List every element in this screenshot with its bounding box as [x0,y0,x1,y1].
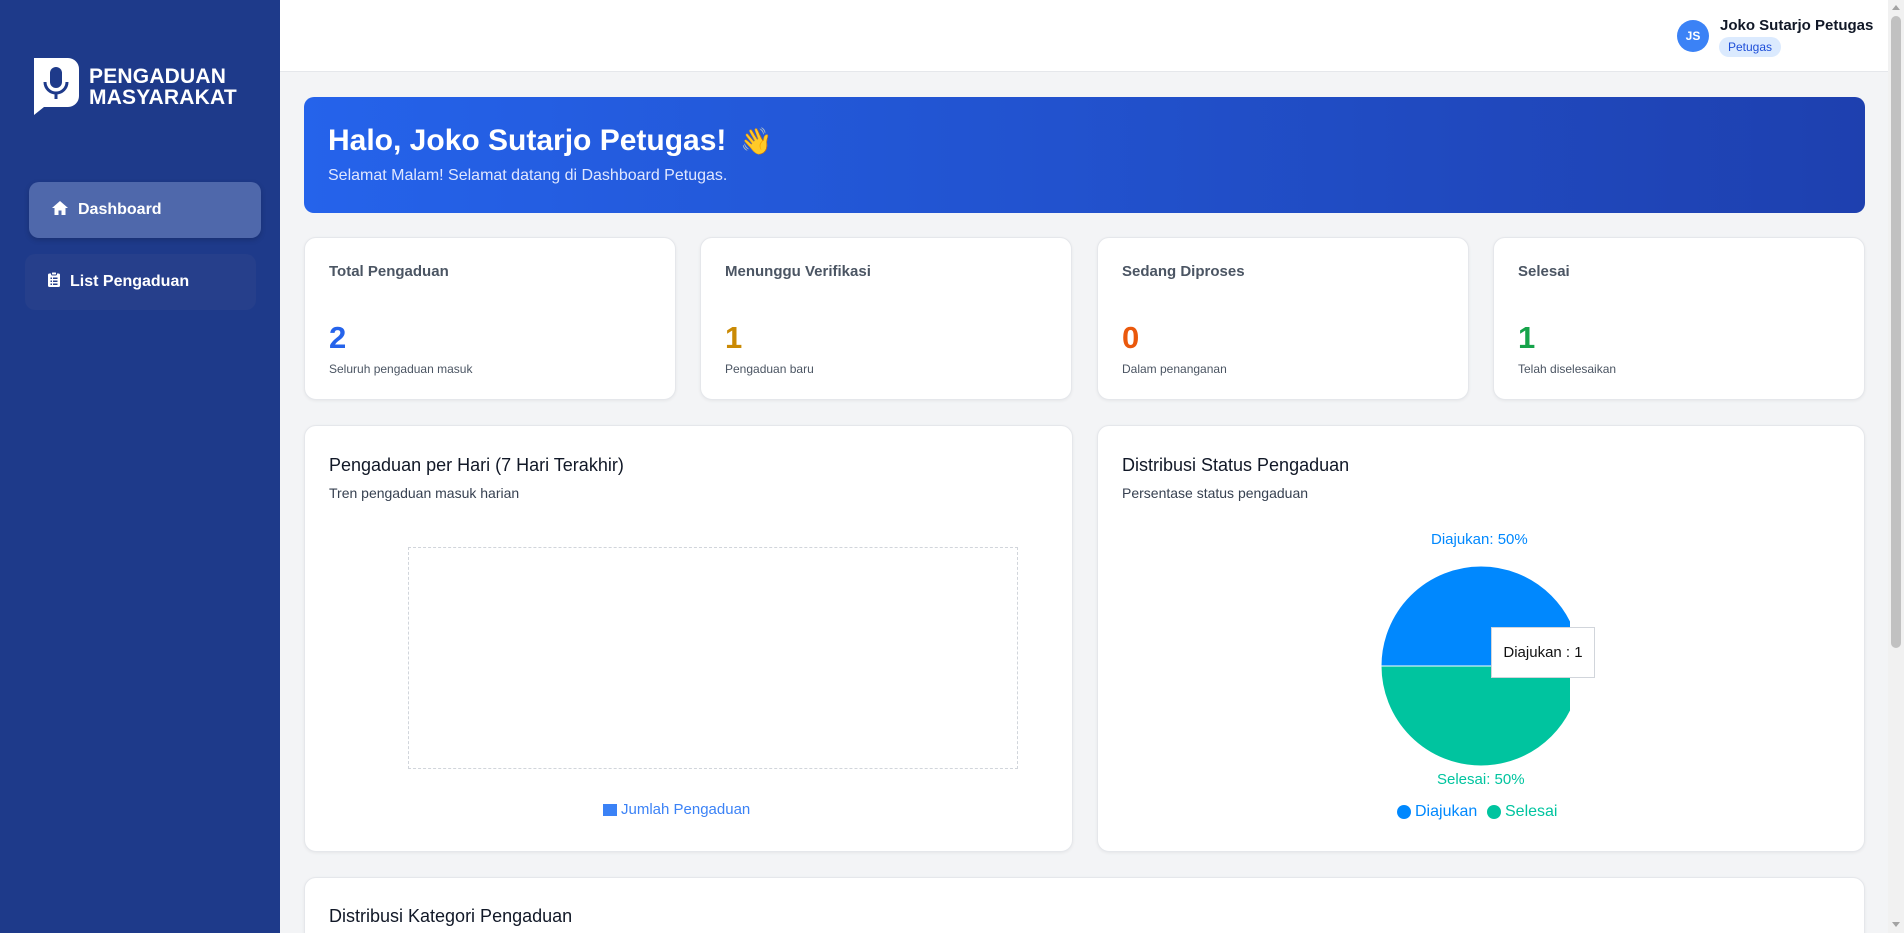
scroll-up-arrow-icon[interactable] [1892,5,1900,10]
top-bar [280,0,1888,72]
legend-swatch [603,803,617,816]
legend-item-diajukan[interactable]: Diajukan [1397,803,1477,821]
legend-item-selesai[interactable]: Selesai [1487,803,1557,821]
sidebar-item-label: List Pengaduan [70,273,190,290]
welcome-banner: Halo, Joko Sutarjo Petugas! 👋 Selamat Ma… [304,97,1865,213]
stat-value: 2 [329,320,347,355]
stat-value: 0 [1122,320,1140,355]
stat-subtext: Seluruh pengaduan masuk [329,362,473,376]
scroll-thumb[interactable] [1891,16,1901,648]
chart-title: Distribusi Status Pengaduan [1122,455,1350,475]
stat-label: Sedang Diproses [1122,263,1245,280]
sidebar-item-label: Dashboard [78,201,162,218]
logo-line-1: PENGADUAN [89,64,227,88]
stat-card-waiting: Menunggu Verifikasi 1 Pengaduan baru [700,237,1072,400]
sidebar-item-dashboard[interactable]: Dashboard [29,182,261,238]
stat-subtext: Telah diselesaikan [1518,362,1617,376]
page-scrollbar[interactable] [1888,0,1904,933]
logo-line-2: MASYARAKAT [89,85,237,109]
home-icon [52,200,78,220]
legend-label: Jumlah Pengaduan [621,801,751,818]
chart-title: Distribusi Kategori Pengaduan [329,906,573,926]
category-distribution-card: Distribusi Kategori Pengaduan [304,877,1865,933]
stat-card-processing: Sedang Diproses 0 Dalam penanganan [1097,237,1469,400]
stat-label: Total Pengaduan [329,263,449,280]
legend-dot [1487,805,1501,819]
stat-card-total: Total Pengaduan 2 Seluruh pengaduan masu… [304,237,676,400]
chart-tooltip: Diajukan : 1 [1491,627,1595,678]
stat-label: Selesai [1518,263,1570,280]
stat-subtext: Dalam penanganan [1122,362,1227,376]
line-chart-plot-area [408,547,1018,769]
greeting-heading: Halo, Joko Sutarjo Petugas! 👋 [328,123,1841,159]
legend-label: Selesai [1505,803,1558,820]
user-name: Joko Sutarjo Petugas [1720,17,1874,34]
logo-text: PENGADUAN MASYARAKAT [89,66,237,108]
user-role-badge: Petugas [1719,37,1782,57]
pie-label-diajukan: Diajukan: 50% [1431,531,1528,548]
daily-complaints-card: Pengaduan per Hari (7 Hari Terakhir) Tre… [304,425,1073,852]
app-logo[interactable]: PENGADUAN MASYARAKAT [30,56,237,117]
waving-hand-icon: 👋 [740,126,773,156]
chart-title: Pengaduan per Hari (7 Hari Terakhir) [329,455,624,475]
stat-label: Menunggu Verifikasi [725,263,871,280]
stat-subtext: Pengaduan baru [725,362,814,376]
avatar[interactable]: JS [1677,20,1709,52]
sidebar: PENGADUAN MASYARAKAT Dashboard List Peng… [0,0,280,933]
greeting-text: Halo, Joko Sutarjo Petugas! [328,124,727,157]
chart-subtitle: Persentase status pengaduan [1122,485,1309,501]
clipboard-icon [48,271,70,292]
microphone-chat-icon [30,56,81,117]
scroll-down-arrow-icon[interactable] [1892,922,1900,927]
chart-subtitle: Tren pengaduan masuk harian [329,485,520,501]
pie-slice-selesai[interactable] [1380,665,1570,767]
welcome-message: Selamat Malam! Selamat datang di Dashboa… [328,167,728,184]
legend-dot [1397,805,1411,819]
stat-card-completed: Selesai 1 Telah diselesaikan [1493,237,1865,400]
stat-value: 1 [725,320,743,355]
legend-label: Diajukan [1415,803,1478,820]
pie-label-selesai: Selesai: 50% [1437,771,1525,788]
stat-value: 1 [1518,320,1536,355]
sidebar-item-list-pengaduan[interactable]: List Pengaduan [25,254,256,310]
chart-legend-item[interactable]: Jumlah Pengaduan [603,801,750,818]
